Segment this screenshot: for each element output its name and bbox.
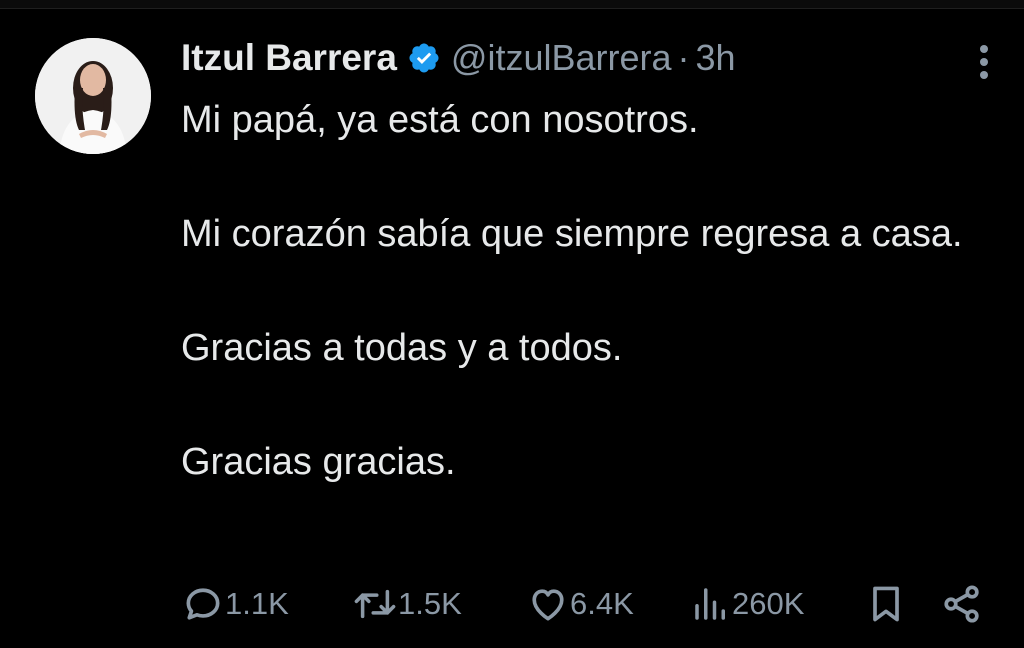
bookmark-icon — [873, 586, 899, 622]
more-options-icon[interactable] — [968, 40, 1000, 84]
action-bar: 1.1K 1.5K 6.4K 260K — [0, 580, 1024, 628]
tweet-line: Gracias a todas y a todos. — [181, 327, 623, 369]
tweet-text: Mi papá, ya está con nosotros. Mi corazó… — [181, 92, 981, 491]
author-handle[interactable]: @itzulBarrera — [451, 37, 672, 79]
tweet-line: Gracias gracias. — [181, 441, 456, 483]
verified-badge-icon — [409, 43, 439, 73]
share-button[interactable] — [940, 580, 984, 628]
tweet-line: Mi corazón sabía que siempre regresa a c… — [181, 213, 963, 255]
author-name[interactable]: Itzul Barrera — [181, 37, 397, 79]
repost-button[interactable]: 1.5K — [352, 580, 462, 628]
bookmark-button[interactable] — [864, 580, 908, 628]
share-icon — [944, 585, 979, 623]
tweet-header: Itzul Barrera @itzulBarrera · 3h — [181, 36, 736, 80]
views-button[interactable]: 260K — [690, 580, 804, 628]
reply-button[interactable]: 1.1K — [181, 580, 289, 628]
separator-dot: · — [677, 37, 690, 78]
view-count: 260K — [732, 586, 805, 621]
views-icon — [695, 588, 725, 620]
tweet-line: Mi papá, ya está con nosotros. — [181, 99, 699, 141]
reply-count: 1.1K — [225, 586, 289, 621]
like-button[interactable]: 6.4K — [526, 580, 634, 628]
repost-count: 1.5K — [398, 586, 462, 621]
reply-icon — [186, 588, 220, 620]
avatar[interactable] — [35, 38, 151, 154]
like-icon — [532, 589, 564, 621]
top-divider — [0, 0, 1024, 9]
timestamp[interactable]: 3h — [696, 37, 736, 79]
avatar-image — [35, 38, 151, 154]
repost-icon — [354, 589, 396, 619]
like-count: 6.4K — [570, 586, 634, 621]
